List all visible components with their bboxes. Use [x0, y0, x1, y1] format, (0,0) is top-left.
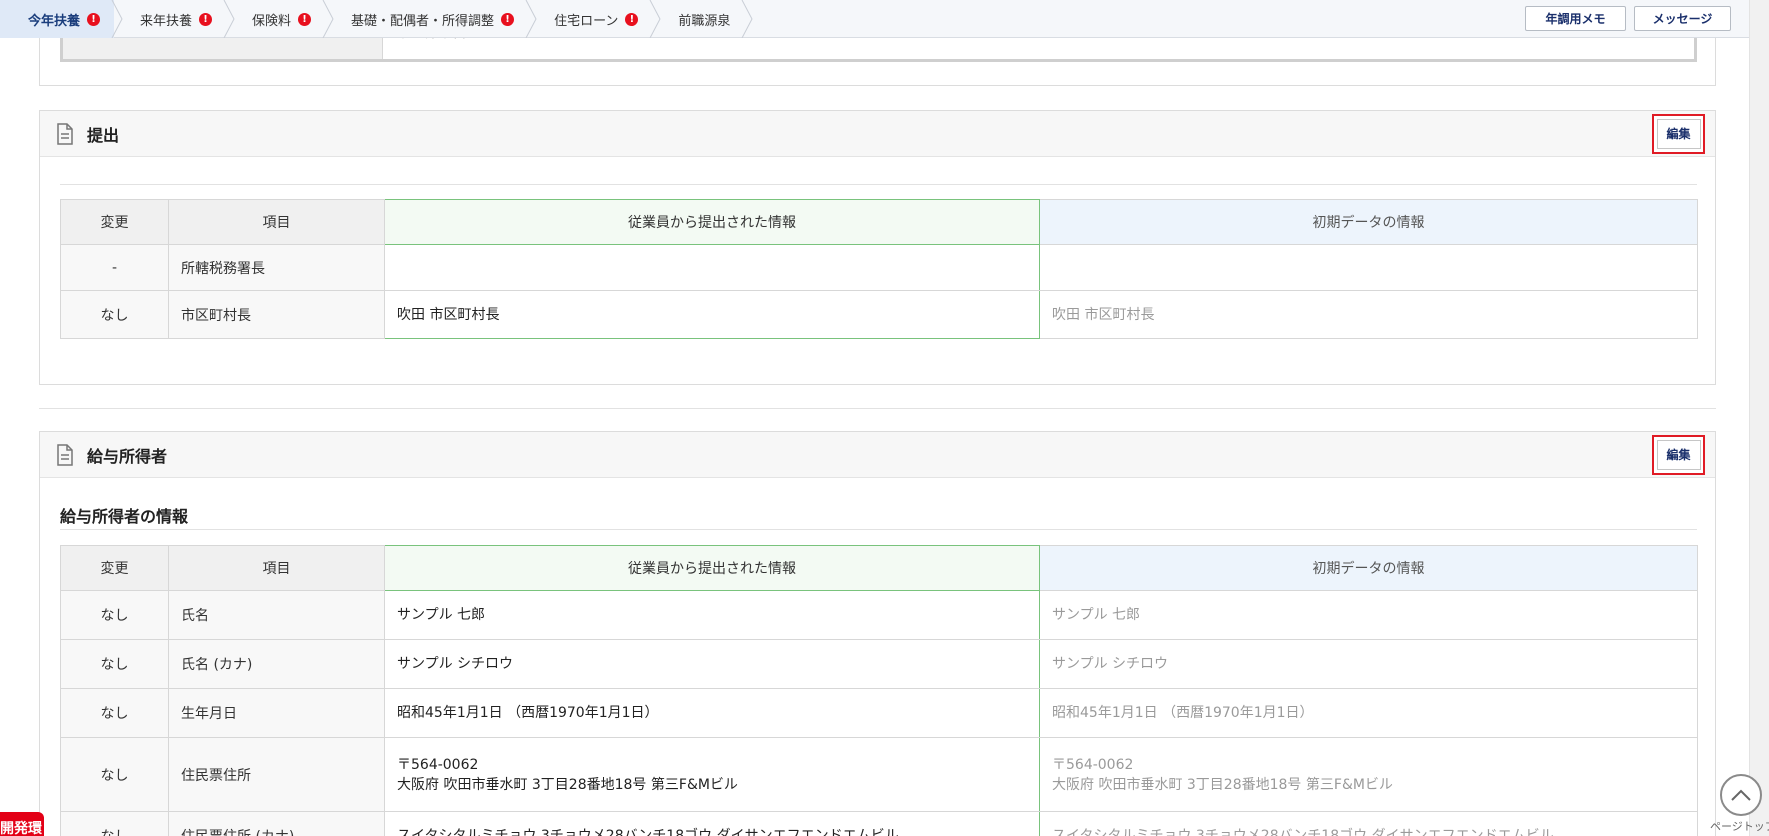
page-top-label: ページトップ [1710, 820, 1769, 833]
employee-cell [384, 244, 1040, 291]
chevron-right-icon [649, 0, 661, 38]
table-row: なし 氏名 (カナ) サンプル シチロウ サンプル シチロウ [60, 639, 1698, 689]
header-change: 変更 [60, 545, 169, 591]
item-cell: 生年月日 [168, 688, 385, 738]
step-previous-job-withholding[interactable]: 前職源泉 [652, 0, 754, 38]
salary-earner-subtitle: 給与所得者の情報 [60, 507, 189, 526]
employee-cell: 昭和45年1月1日 （西暦1970年1月1日） [384, 688, 1040, 738]
initial-cell: サンプル シチロウ [1039, 639, 1698, 689]
change-cell: なし [60, 290, 169, 339]
chevron-right-icon [741, 0, 754, 38]
employee-cell: 〒564-0062 大阪府 吹田市垂水町 3丁目28番地18号 第三F&Mビル [384, 737, 1040, 812]
header-change: 変更 [60, 199, 169, 245]
item-cell: 氏名 (カナ) [168, 639, 385, 689]
table-row: なし 住民票住所 〒564-0062 大阪府 吹田市垂水町 3丁目28番地18号… [60, 737, 1698, 812]
header-initial-info: 初期データの情報 [1039, 545, 1698, 591]
initial-cell: スイタシタルミチョウ 3チョウメ28バンチ18ゴウ ダイサンエフエンドエムビル [1039, 811, 1698, 836]
item-cell: 所轄税務署長 [168, 244, 385, 291]
chevron-right-icon [322, 0, 334, 38]
item-cell: 住民票住所 (カナ) [168, 811, 385, 836]
step-label: 保険料 [252, 13, 292, 29]
chevron-right-icon [111, 0, 123, 38]
salary-earner-card-header: 給与所得者 編集 [40, 432, 1715, 478]
initial-cell: 昭和45年1月1日 （西暦1970年1月1日） [1039, 688, 1698, 738]
warning-icon: ! [501, 12, 515, 26]
dev-environment-badge: 開発環境 [0, 812, 44, 836]
initial-cell: サンプル 七郎 [1039, 590, 1698, 640]
submission-title: 提出 [87, 125, 120, 145]
submission-table: 変更 項目 従業員から提出された情報 初期データの情報 - 所轄税務署長 なし … [60, 199, 1698, 339]
submission-card: 提出 編集 変更 項目 従業員から提出された情報 初期データの情報 - 所轄税務… [39, 110, 1716, 385]
step-label: 前職源泉 [678, 13, 731, 29]
table-row: - 所轄税務署長 [60, 244, 1698, 291]
scrollbar[interactable] [1749, 0, 1769, 836]
table-row: なし 市区町村長 吹田 市区町村長 吹田 市区町村長 [60, 290, 1698, 339]
salary-earner-title: 給与所得者 [87, 446, 168, 466]
step-insurance[interactable]: 保険料 ! [226, 0, 334, 38]
table-row: なし 生年月日 昭和45年1月1日 （西暦1970年1月1日） 昭和45年1月1… [60, 688, 1698, 738]
page-top-button[interactable] [1720, 774, 1762, 816]
item-cell: 住民票住所 [168, 737, 385, 812]
submission-card-header: 提出 編集 [40, 111, 1715, 157]
step-label: 住宅ローン [554, 13, 619, 29]
warning-icon: ! [625, 12, 639, 26]
salary-earner-card: 給与所得者 編集 給与所得者の情報 変更 項目 従業員から提出された情報 初期デ… [39, 431, 1716, 836]
step-basic-spouse-income-adjustment[interactable]: 基礎・配偶者・所得調整 ! [325, 0, 537, 38]
table-row: なし 住民票住所 (カナ) スイタシタルミチョウ 3チョウメ28バンチ18ゴウ … [60, 811, 1698, 836]
header-item: 項目 [168, 545, 385, 591]
item-cell: 氏名 [168, 590, 385, 640]
change-cell: なし [60, 737, 169, 812]
document-icon [57, 122, 73, 145]
initial-cell: 〒564-0062 大阪府 吹田市垂水町 3丁目28番地18号 第三F&Mビル [1039, 737, 1698, 812]
change-cell: なし [60, 590, 169, 640]
employee-cell: サンプル シチロウ [384, 639, 1040, 689]
divider [60, 529, 1697, 530]
step-label: 来年扶養 [140, 13, 193, 29]
step-housing-loan[interactable]: 住宅ローン ! [528, 0, 661, 38]
step-list: 今年扶養 ! 来年扶養 ! 保険料 ! 基礎・配偶者・所得調整 ! 住宅ローン … [0, 0, 754, 38]
warning-icon: ! [199, 12, 213, 26]
postal-code: 〒564-0062 [397, 756, 479, 773]
initial-cell: 吹田 市区町村長 [1039, 290, 1698, 339]
change-cell: なし [60, 688, 169, 738]
step-this-year-dependents[interactable]: 今年扶養 ! [0, 0, 123, 38]
salary-earner-edit-button[interactable]: 編集 [1652, 435, 1705, 475]
employee-cell: 吹田 市区町村長 [384, 290, 1040, 339]
address: 大阪府 吹田市垂水町 3丁目28番地18号 第三F&Mビル [1052, 776, 1393, 793]
step-navigation: 今年扶養 ! 来年扶養 ! 保険料 ! 基礎・配偶者・所得調整 ! 住宅ローン … [0, 0, 1749, 38]
warning-icon: ! [298, 12, 312, 26]
table-header-row: 変更 項目 従業員から提出された情報 初期データの情報 [60, 545, 1698, 591]
header-employee-info: 従業員から提出された情報 [384, 199, 1040, 245]
chevron-right-icon [525, 0, 537, 38]
initial-cell [1039, 244, 1698, 291]
item-cell: 市区町村長 [168, 290, 385, 339]
table-row: なし 氏名 サンプル 七郎 サンプル 七郎 [60, 590, 1698, 640]
year-end-memo-button[interactable]: 年調用メモ [1525, 6, 1626, 31]
postal-code: 〒564-0062 [1052, 756, 1134, 773]
table-header-row: 変更 項目 従業員から提出された情報 初期データの情報 [60, 199, 1698, 245]
change-cell: なし [60, 811, 169, 836]
step-next-year-dependents[interactable]: 来年扶養 ! [114, 0, 235, 38]
edit-label: 編集 [1656, 119, 1701, 149]
step-label: 今年扶養 [28, 13, 81, 29]
header-item: 項目 [168, 199, 385, 245]
header-initial-info: 初期データの情報 [1039, 199, 1698, 245]
submission-edit-button[interactable]: 編集 [1652, 114, 1705, 154]
header-employee-info: 従業員から提出された情報 [384, 545, 1040, 591]
step-label: 基礎・配偶者・所得調整 [351, 13, 495, 29]
change-cell: - [60, 244, 169, 291]
divider [60, 184, 1697, 185]
document-icon [57, 443, 73, 466]
employee-cell: スイタシタルミチョウ 3チョウメ28バンチ18ゴウ ダイサンエフエンドエムビル [384, 811, 1040, 836]
change-cell: なし [60, 639, 169, 689]
chevron-right-icon [223, 0, 235, 38]
address: 大阪府 吹田市垂水町 3丁目28番地18号 第三F&Mビル [397, 776, 738, 793]
edit-label: 編集 [1656, 440, 1701, 470]
message-button[interactable]: メッセージ [1634, 6, 1731, 31]
salary-earner-table: 変更 項目 従業員から提出された情報 初期データの情報 なし 氏名 サンプル 七… [60, 545, 1698, 836]
section-divider [39, 408, 1716, 409]
employee-cell: サンプル 七郎 [384, 590, 1040, 640]
chevron-up-icon [1731, 789, 1751, 801]
warning-icon: ! [87, 12, 101, 26]
